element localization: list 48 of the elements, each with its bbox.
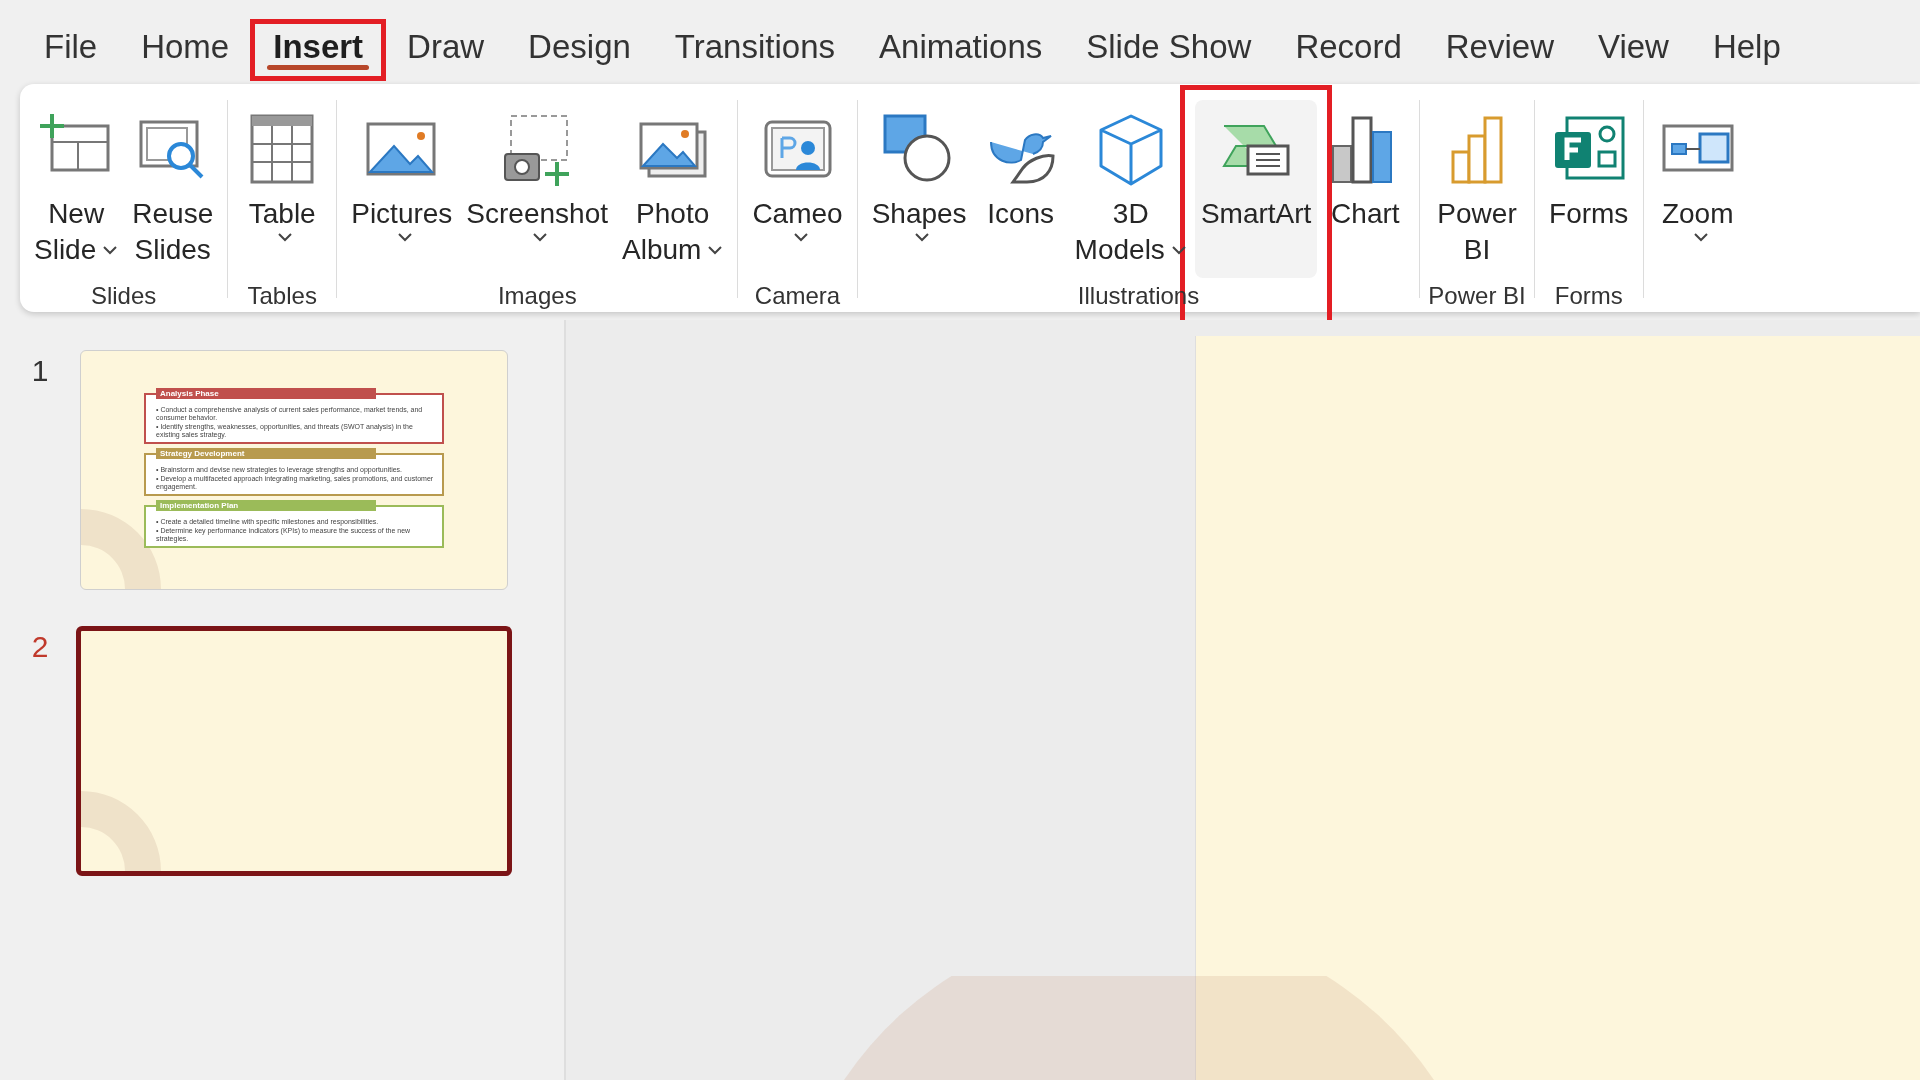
caret-icon [396,232,413,242]
caret-icon [1692,232,1709,242]
ribbon-button[interactable]: Forms [1542,100,1635,278]
ribbon-button[interactable]: Shapes [865,100,973,278]
section-title: Strategy Development [156,447,376,459]
group-label: Forms [1554,282,1623,310]
ribbon-tab[interactable]: Home [119,20,252,80]
ribbon-button[interactable]: Reuse Slides [126,100,220,278]
ribbon-tab[interactable]: Draw [385,20,507,80]
ribbon-button[interactable]: SmartArt [1194,100,1318,278]
ribbon-button[interactable]: Zoom [1651,100,1744,278]
ribbon-tab[interactable]: Slide Show [1064,20,1274,80]
group-label: Tables [247,282,317,310]
section-title: Implementation Plan [156,499,376,511]
ribbon-tab[interactable]: Help [1690,20,1803,80]
ribbon-tab[interactable]: View [1575,20,1691,80]
slide-thumbnail[interactable] [76,626,512,876]
caret-icon [102,245,119,255]
ribbon-tab[interactable]: Record [1273,20,1424,80]
group-label: Power BI [1428,282,1526,310]
ribbon-tab[interactable]: Transitions [652,20,857,80]
caret-icon [914,232,931,242]
ribbon-tab[interactable]: Design [506,20,653,80]
group-label: Camera [754,282,841,310]
ribbon-button[interactable]: Photo Album [616,100,730,278]
ribbon-button[interactable]: Icons [974,100,1067,278]
ribbon-tab[interactable]: Review [1423,20,1576,80]
caret-icon [792,232,809,242]
ribbon-tab[interactable]: File [22,20,120,80]
section-title: Analysis Phase [156,387,376,399]
caret-icon [532,232,549,242]
ribbon-button[interactable]: Screenshot [460,100,614,278]
ribbon-tab[interactable]: Animations [857,20,1065,80]
group-label: Slides [90,282,157,310]
ribbon-button[interactable]: Pictures [345,100,459,278]
ribbon-button[interactable]: Chart [1319,100,1412,278]
slide-number: 2 [30,630,50,664]
caret-icon [1170,245,1187,255]
ribbon-button[interactable]: Cameo [746,100,849,278]
ribbon-button[interactable]: Table [236,100,329,278]
group-label: Images [497,282,577,310]
ribbon-button[interactable]: New Slide [28,100,125,278]
ribbon-tab[interactable]: Insert [251,20,386,80]
caret-icon [707,245,724,255]
ribbon-button[interactable]: Power BI [1431,100,1524,278]
slide-number: 1 [30,354,50,388]
ribbon-button[interactable]: 3D Models [1068,100,1193,278]
caret-icon [277,232,294,242]
